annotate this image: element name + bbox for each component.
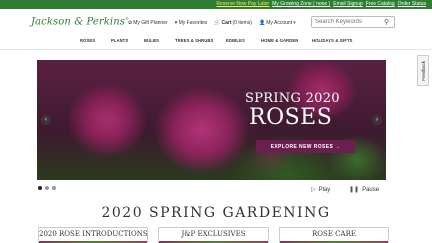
carousel-next-button[interactable]: ›	[372, 115, 382, 125]
section-title: 2020 SPRING GARDENING	[101, 205, 331, 221]
nav-item-plants[interactable]: PLANTS	[111, 38, 128, 43]
logo-text: Jackson & Perkins	[31, 16, 125, 28]
chevron-left-icon: ‹	[45, 117, 47, 123]
hero-title-line1: SPRING 2020	[245, 91, 340, 106]
carousel-prev-button[interactable]: ‹	[41, 115, 51, 125]
utility-bar: Reserve Now Pay Later My Growing Zone ( …	[0, 0, 432, 9]
main-nav: ROSES PLANTS BULBS TREES & SHRUBS EDIBLE…	[0, 38, 432, 46]
carousel-dot[interactable]	[38, 186, 42, 190]
card-label: ROSE CARE	[312, 230, 356, 238]
nav-item-edibles[interactable]: EDIBLES	[226, 38, 245, 43]
nav-item-bulbs[interactable]: BULBS	[144, 38, 159, 43]
nav-item-home-garden[interactable]: HOME & GARDEN	[261, 38, 298, 43]
growing-zone-link[interactable]: My Growing Zone ( none )	[272, 1, 330, 8]
feedback-tab[interactable]: Feedback	[417, 55, 429, 86]
cart-count: (0 items)	[232, 20, 252, 26]
nav-item-roses[interactable]: ROSES	[80, 38, 95, 43]
heart-icon: ♥	[174, 20, 178, 26]
favorites-label: My Favorites	[178, 20, 208, 26]
feedback-label: Feedback	[420, 60, 426, 81]
user-icon: 👤	[258, 20, 266, 26]
nav-divider	[0, 49, 432, 50]
category-card-exclusives[interactable]: J&P EXCLUSIVES	[158, 227, 269, 243]
utility-links: Reserve Now Pay Later My Growing Zone ( …	[216, 1, 426, 8]
order-status-link[interactable]: Order Status	[398, 1, 426, 8]
carousel-pause-button[interactable]: ❚❚ Pause	[349, 186, 380, 194]
cart-link[interactable]: 🛒 Cart (0 items)	[214, 20, 252, 26]
explore-new-roses-button[interactable]: EXPLORE NEW ROSES →	[256, 140, 355, 153]
carousel-dot[interactable]	[52, 186, 56, 190]
nav-item-holidays-gifts[interactable]: HOLIDAYS & GIFTS	[312, 38, 353, 43]
email-signup-link[interactable]: Email Signup	[333, 1, 362, 8]
site-logo[interactable]: Jackson & Perkins®	[31, 16, 129, 27]
gift-icon: ✿	[128, 20, 133, 26]
card-label: 2020 ROSE INTRODUCTIONS	[39, 230, 148, 238]
favorites-link[interactable]: ♥ My Favorites	[175, 20, 208, 26]
cart-label: Cart	[221, 20, 232, 26]
category-card-rose-introductions[interactable]: 2020 ROSE INTRODUCTIONS	[38, 227, 148, 243]
pause-label: Pause	[362, 186, 380, 193]
hero-title-line2: ROSES	[249, 105, 333, 130]
account-link[interactable]: 👤 My Account ▾	[259, 20, 296, 26]
chevron-right-icon: ›	[376, 117, 378, 123]
site-header: Jackson & Perkins® ✿ My Gift Planner ♥ M…	[0, 9, 432, 35]
chevron-down-icon: ▾	[293, 20, 296, 26]
search-input[interactable]	[312, 17, 384, 27]
category-card-rose-care[interactable]: ROSE CARE	[279, 227, 389, 243]
account-label: My Account	[266, 20, 293, 26]
play-label: Play	[318, 186, 331, 193]
carousel-play-button[interactable]: ▷ Play	[311, 186, 331, 194]
hero-banner[interactable]: SPRING 2020 ROSES EXPLORE NEW ROSES → ‹ …	[37, 60, 386, 180]
header-links: ✿ My Gift Planner ♥ My Favorites 🛒 Cart …	[128, 20, 296, 26]
free-catalog-link[interactable]: Free Catalog	[366, 1, 395, 8]
carousel-dots	[38, 186, 56, 190]
card-label: J&P EXCLUSIVES	[181, 230, 246, 238]
cart-icon: 🛒	[214, 20, 221, 26]
pause-icon: ❚❚	[349, 187, 360, 193]
gift-planner-label: My Gift Planner	[133, 20, 168, 26]
reserve-now-link[interactable]: Reserve Now Pay Later	[216, 1, 269, 8]
nav-item-trees-shrubs[interactable]: TREES & SHRUBS	[175, 38, 213, 43]
search-box: ⚲	[311, 16, 395, 28]
carousel-dot[interactable]	[45, 186, 49, 190]
play-icon: ▷	[311, 187, 316, 193]
gift-planner-link[interactable]: ✿ My Gift Planner	[128, 20, 168, 26]
search-icon[interactable]: ⚲	[384, 18, 389, 26]
